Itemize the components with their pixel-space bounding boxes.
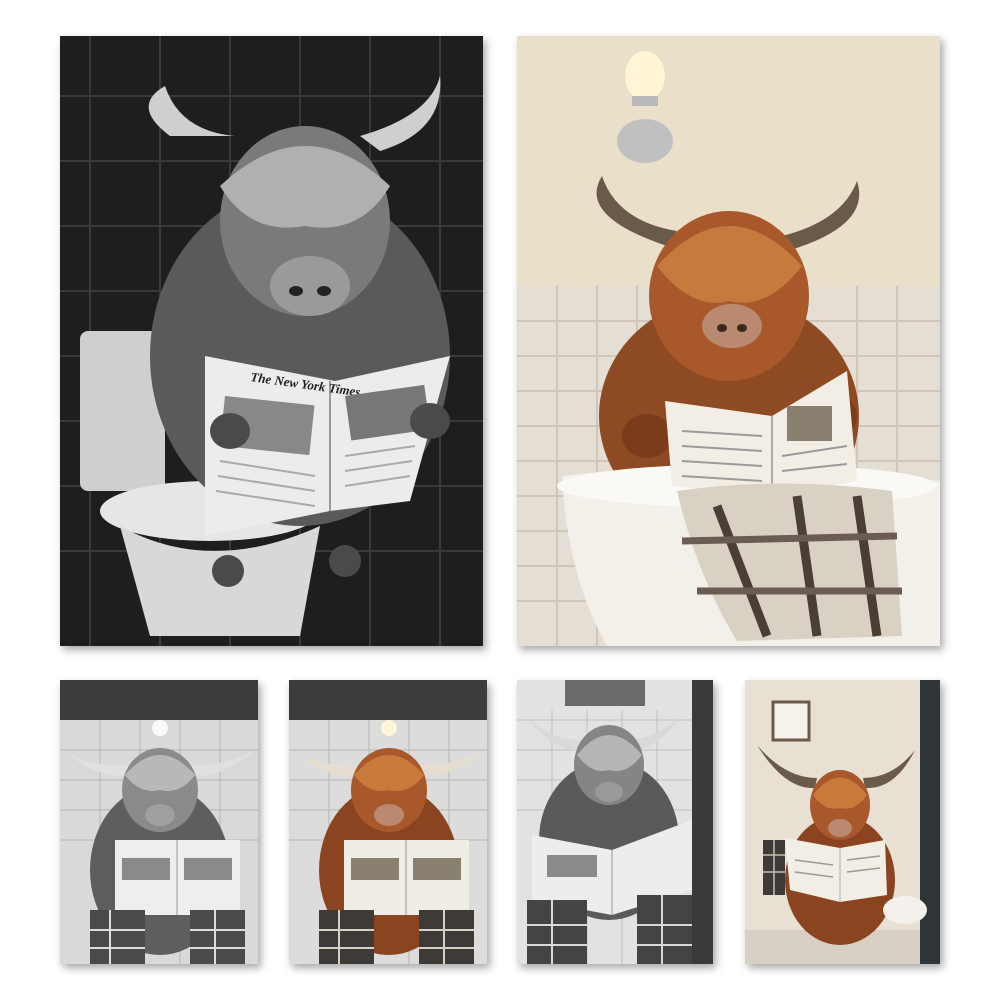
ceiling-light <box>152 720 168 736</box>
canvas-print-1: The New York Times <box>60 36 483 646</box>
canvas-5-artwork <box>517 680 713 964</box>
newspaper <box>785 838 887 902</box>
canvas-print-3 <box>60 680 258 964</box>
wall-picture <box>565 680 645 706</box>
wall-picture <box>771 700 811 742</box>
toilet <box>883 896 927 924</box>
canvas-print-6 <box>745 680 940 964</box>
canvas-6-artwork <box>745 680 940 964</box>
canvas-2-artwork <box>517 36 940 646</box>
canvas-3-artwork <box>60 680 258 964</box>
newspaper <box>344 840 469 915</box>
canvas-4-artwork <box>289 680 487 964</box>
canvas-print-2 <box>517 36 940 646</box>
canvas-print-4 <box>289 680 487 964</box>
newspaper <box>115 840 240 915</box>
plaid-towel <box>763 840 785 895</box>
ceiling-light <box>381 720 397 736</box>
canvas-print-5 <box>517 680 713 964</box>
canvas-1-artwork: The New York Times <box>60 36 483 646</box>
